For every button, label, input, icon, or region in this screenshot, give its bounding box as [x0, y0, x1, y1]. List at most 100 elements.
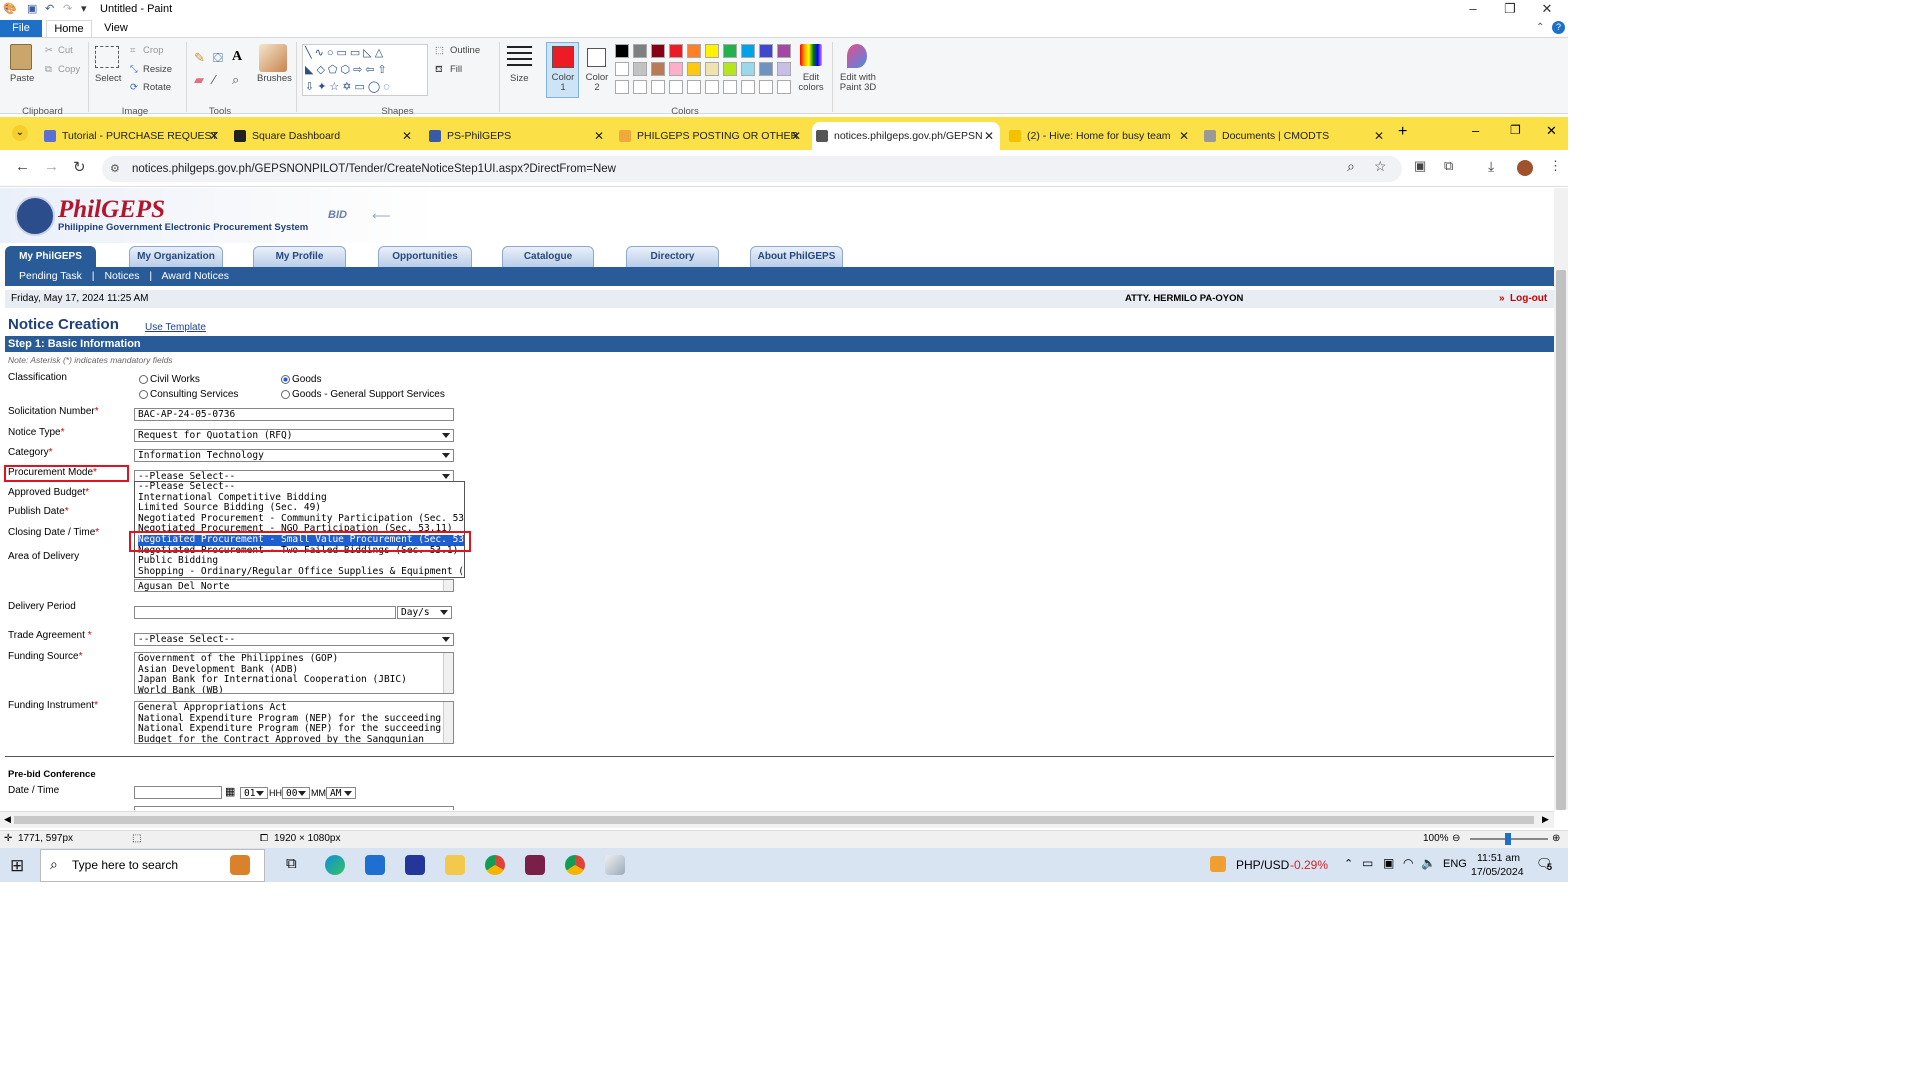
subnav-pending-task[interactable]: Pending Task [19, 270, 82, 282]
prebid-minute-select[interactable]: 00 [282, 787, 310, 799]
brushes-button[interactable]: Brushes [257, 73, 292, 84]
palette-swatch-empty[interactable] [687, 80, 701, 94]
browser-tab[interactable]: Documents | CMODTS ✕ [1200, 122, 1390, 150]
use-template-link[interactable]: Use Template [145, 322, 206, 333]
task-view-icon[interactable]: ⧉ [286, 855, 297, 872]
size-icon[interactable] [507, 46, 532, 68]
resize-button[interactable]: Resize [143, 64, 172, 75]
palette-swatch[interactable] [723, 62, 737, 76]
text-tool-icon[interactable]: A [232, 49, 242, 65]
palette-swatch-empty[interactable] [705, 80, 719, 94]
close-button[interactable]: ✕ [1532, 1, 1562, 19]
palette-swatch-empty[interactable] [669, 80, 683, 94]
chrome-icon-2[interactable] [565, 855, 585, 875]
palette-swatch-empty[interactable] [651, 80, 665, 94]
prebid-hour-select[interactable]: 01 [240, 787, 268, 799]
palette-swatch[interactable] [723, 44, 737, 58]
tray-app2-icon[interactable]: ▣ [1383, 856, 1394, 870]
tab-view[interactable]: View [96, 20, 136, 37]
palette-swatch[interactable] [651, 44, 665, 58]
download-icon[interactable]: ⤓ [1488, 158, 1494, 175]
tab-close-icon[interactable]: ✕ [791, 122, 801, 150]
pencil-icon[interactable]: ✎ [194, 50, 205, 66]
palette-swatch[interactable] [777, 44, 791, 58]
tab-close-icon[interactable]: ✕ [984, 122, 994, 150]
dropdown-option[interactable]: --Please Select-- [138, 482, 464, 493]
tray-chevron-icon[interactable]: ⌃ [1344, 857, 1353, 870]
mail-icon[interactable] [365, 855, 385, 875]
procurement-mode-dropdown-list[interactable]: --Please Select-- International Competiti… [134, 481, 465, 578]
redo-icon[interactable]: ↷ [63, 3, 75, 15]
scroll-right-icon[interactable]: ▶ [1542, 814, 1549, 825]
save-icon[interactable]: ▣ [27, 3, 39, 15]
category-select[interactable]: Information Technology [134, 449, 454, 462]
browser-tab[interactable]: PHILGEPS POSTING OR OTHER ✕ [615, 122, 807, 150]
forward-icon[interactable]: → [44, 158, 59, 175]
color2-swatch[interactable] [587, 48, 606, 67]
file-explorer-icon[interactable] [445, 855, 465, 875]
new-tab-button[interactable]: + [1398, 123, 1407, 141]
help-icon[interactable]: ? [1552, 21, 1565, 34]
scroll-left-icon[interactable]: ◀ [4, 814, 11, 825]
paste-icon[interactable] [10, 44, 32, 70]
tab-close-icon[interactable]: ✕ [1374, 122, 1384, 150]
palette-swatch[interactable] [777, 62, 791, 76]
windows-start-icon[interactable]: ⊞ [10, 856, 24, 876]
select-button[interactable]: Select [95, 73, 121, 84]
subnav-notices[interactable]: Notices [104, 270, 139, 282]
profile-avatar[interactable] [1517, 160, 1533, 176]
tab-close-icon[interactable]: ✕ [1179, 122, 1189, 150]
palette-swatch-empty[interactable] [633, 80, 647, 94]
calendar-icon[interactable]: ▦ [225, 785, 235, 798]
paint-horizontal-scrollbar[interactable]: ◀ ▶ [0, 811, 1554, 828]
browser-menu-icon[interactable]: ⋮ [1549, 158, 1562, 174]
palette-swatch[interactable] [669, 62, 683, 76]
palette-swatch[interactable] [705, 62, 719, 76]
size-button[interactable]: Size [510, 73, 528, 84]
trade-agreement-select[interactable]: --Please Select-- [134, 633, 454, 646]
tab-home[interactable]: Home [46, 20, 92, 37]
minimize-button[interactable]: – [1458, 1, 1488, 19]
nav-tab[interactable]: My Profile [253, 246, 346, 267]
tab-search-icon[interactable]: ⌄ [12, 125, 28, 141]
reload-icon[interactable]: ↻ [73, 158, 86, 176]
delivery-unit-select[interactable]: Day/s [397, 606, 452, 619]
nav-tab[interactable]: About PhilGEPS [750, 246, 843, 267]
nav-tab[interactable]: My Organization [129, 246, 223, 267]
bookmark-star-icon[interactable]: ☆ [1374, 158, 1387, 175]
site-info-icon[interactable]: ⚙ [110, 162, 120, 175]
url-text[interactable]: notices.philgeps.gov.ph/GEPSNONPILOT/Ten… [132, 163, 616, 175]
browser-restore-button[interactable]: ❐ [1510, 123, 1521, 137]
radio-consulting[interactable]: Consulting Services [139, 389, 238, 400]
eraser-icon[interactable]: ▰ [194, 72, 204, 88]
palette-swatch-empty[interactable] [741, 80, 755, 94]
area-of-delivery-list[interactable]: Agusan Del Norte [134, 579, 454, 592]
nav-tab[interactable]: Directory [626, 246, 719, 267]
notice-type-select[interactable]: Request for Quotation (RFQ) [134, 429, 454, 442]
tab-close-icon[interactable]: ✕ [594, 122, 604, 150]
select-icon[interactable] [95, 46, 119, 68]
palette-swatch[interactable] [615, 44, 629, 58]
funding-source-list[interactable]: Government of the Philippines (GOP) Asian… [134, 652, 454, 694]
app-icon[interactable] [405, 855, 425, 875]
language-indicator[interactable]: ENG [1443, 858, 1467, 870]
extensions-puzzle-icon[interactable]: ⧉ [1444, 158, 1453, 174]
browser-minimize-button[interactable]: – [1472, 123, 1479, 138]
paste-button[interactable]: Paste [10, 73, 34, 84]
app2-icon[interactable] [525, 855, 545, 875]
copy-button[interactable]: Copy [58, 64, 80, 75]
funding-instrument-list[interactable]: General Appropriations Act National Expen… [134, 701, 454, 744]
nav-tab[interactable]: My PhilGEPS [5, 246, 96, 267]
edit-colors-icon[interactable] [800, 44, 822, 66]
prebid-ampm-select[interactable]: AM [326, 787, 356, 799]
volume-icon[interactable]: 🔈 [1421, 856, 1436, 870]
back-icon[interactable]: ← [15, 158, 30, 175]
customize-qat-icon[interactable]: ▾ [81, 3, 93, 15]
palette-swatch[interactable] [651, 62, 665, 76]
brushes-icon[interactable] [259, 44, 287, 72]
shapes-gallery[interactable]: ╲∿○▭▭◺△ ◣◇⬠⬡⇨⇦⇧ ⇩✦☆✡▭◯◌ [302, 44, 428, 96]
browser-tab[interactable]: notices.philgeps.gov.ph/GEPSN ✕ [812, 122, 1000, 150]
zoom-out-icon[interactable]: ⊖ [1452, 831, 1460, 847]
palette-swatch[interactable] [741, 44, 755, 58]
nav-tab[interactable]: Opportunities [378, 246, 472, 267]
